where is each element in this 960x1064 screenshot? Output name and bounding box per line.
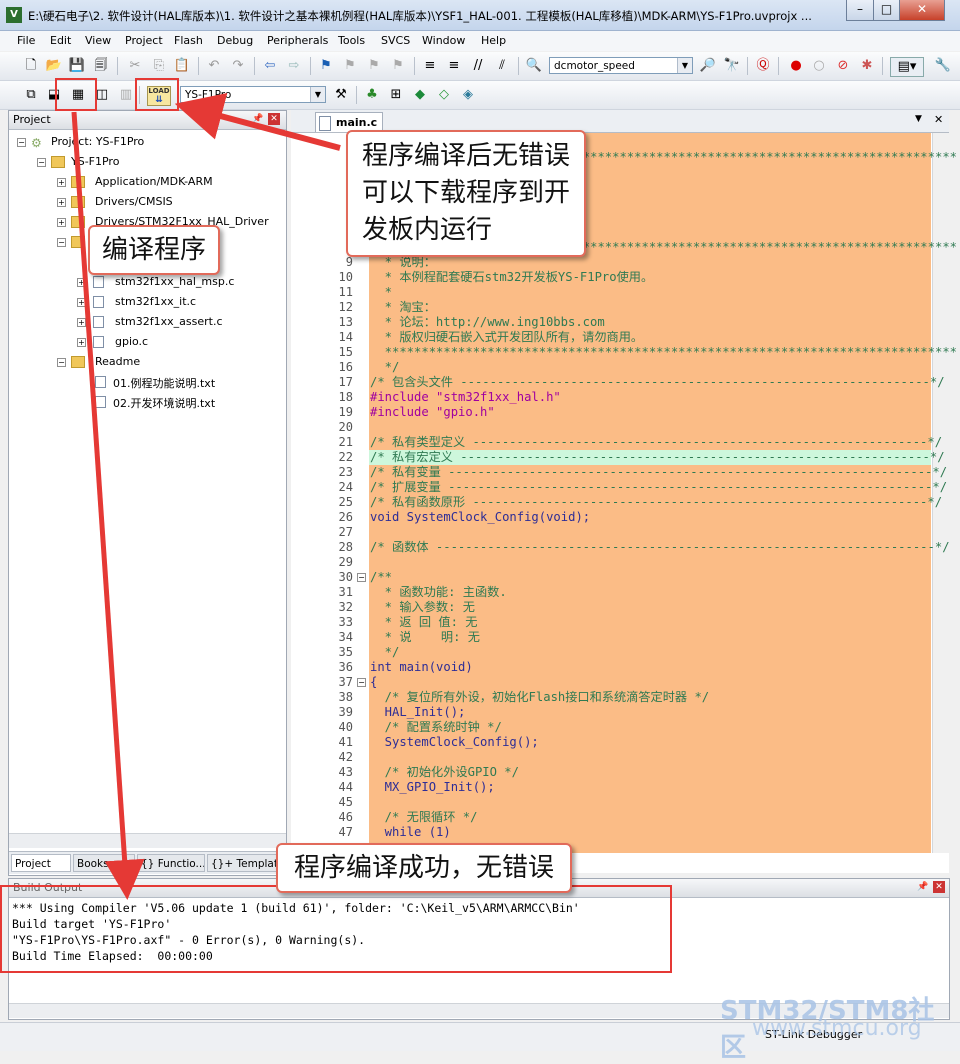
arrow-to-download xyxy=(174,93,341,151)
callout-compile: 编译程序 xyxy=(88,225,221,275)
callout-success: 程序编译成功，无错误 xyxy=(276,843,573,893)
callout-download: 程序编译后无错误 可以下载程序到开 发板内运行 xyxy=(346,130,587,257)
